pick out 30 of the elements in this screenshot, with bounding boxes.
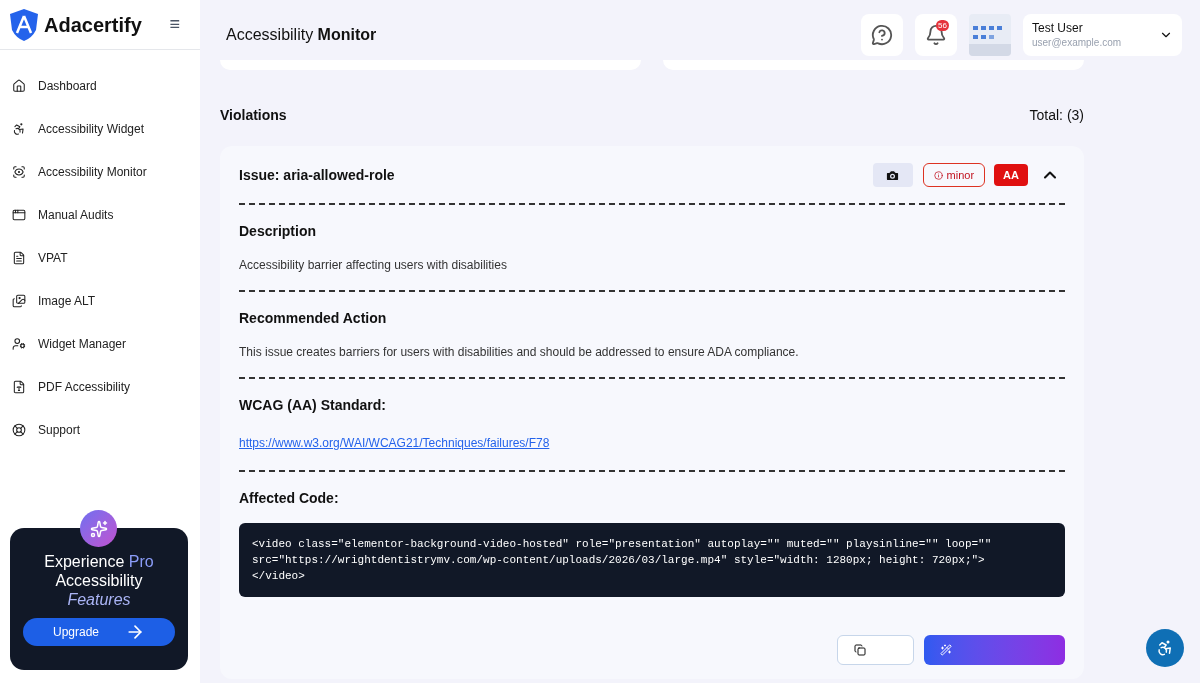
section-heading: Description: [239, 222, 317, 241]
sidebar-item[interactable]: Support: [0, 408, 200, 451]
menu-button[interactable]: ≡: [169, 11, 180, 38]
sidebar-item[interactable]: Widget Manager: [0, 322, 200, 365]
sidebar-item[interactable]: Manual Audits: [0, 193, 200, 236]
notification-count: 56: [936, 20, 949, 31]
sidebar-item[interactable]: PDF Accessibility: [0, 365, 200, 408]
user-menu[interactable]: Test User user@example.com: [1023, 14, 1182, 56]
promo-text: Experience Pro Accessibility Features: [44, 552, 154, 609]
upgrade-button[interactable]: Upgrade: [23, 618, 175, 646]
sidebar-item[interactable]: Accessibility Widget: [0, 107, 200, 150]
sidebar-item[interactable]: Dashboard: [0, 64, 200, 107]
issue-title: Issue: aria-allowed-role: [239, 165, 395, 185]
section-title: Violations: [220, 106, 287, 125]
section-heading: Recommended Action: [239, 309, 388, 328]
section-heading: Affected Code:: [239, 489, 340, 508]
page-title: Accessibility Monitor: [226, 25, 377, 45]
sidebar-item[interactable]: Accessibility Monitor: [0, 150, 200, 193]
sidebar-item[interactable]: VPAT: [0, 236, 200, 279]
sidebar-item[interactable]: Image ALT: [0, 279, 200, 322]
brand-name: Adacertify: [44, 12, 142, 38]
code-block: <video class="elementor-background-video-hosted" role="presentation" autoplay="" muted="" playsinline="" loop="" src="https://wrightdentistrymv.com/wp-content/uploads/2026/03/large.mp4" style="width: 1280px; height: 720px;"> </video>: [239, 523, 1065, 597]
level-badge: AA: [994, 164, 1028, 186]
section-text: Accessibility barrier affecting users with disabilities: [239, 257, 508, 274]
section-text: This issue creates barriers for users with disabilities and should be addressed to ensure ADA compliance.: [239, 344, 800, 361]
notification-button[interactable]: 56: [915, 14, 957, 56]
wcag-link[interactable]: https://www.w3.org/WAI/WCAG21/Techniques/failures/F78: [239, 436, 550, 450]
severity-badge: minor: [922, 163, 986, 187]
total-count: Total: (3): [1029, 106, 1084, 125]
section-heading: WCAG (AA) Standard:: [239, 396, 387, 415]
